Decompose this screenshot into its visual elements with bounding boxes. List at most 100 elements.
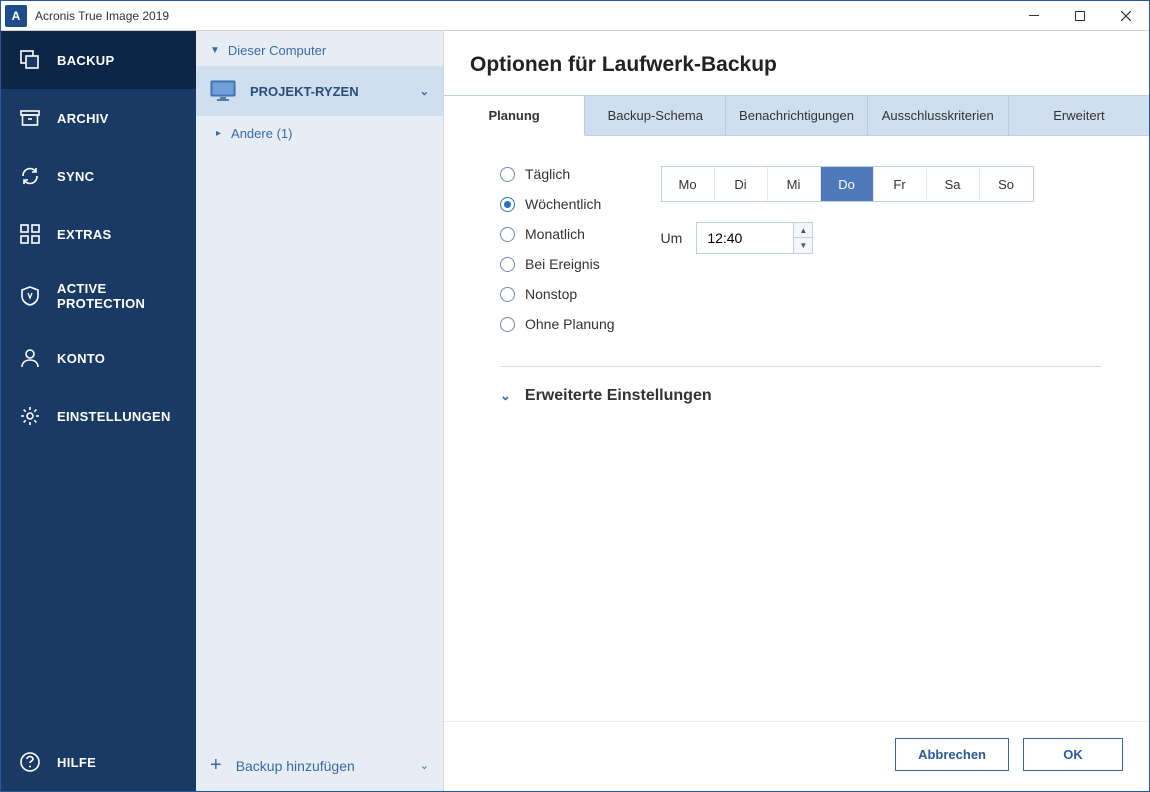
group-this-computer[interactable]: ▼ Dieser Computer (196, 31, 443, 66)
window-controls (1011, 1, 1149, 31)
chevron-down-icon[interactable]: ⌄ (420, 85, 429, 98)
tab-ausschlusskriterien[interactable]: Ausschlusskriterien (868, 96, 1009, 135)
time-step-up[interactable]: ▲ (794, 223, 812, 238)
tab-content: Täglich Wöchentlich Monatlich Bei Ereign… (444, 136, 1149, 721)
gear-icon (19, 405, 41, 427)
radio-label: Bei Ereignis (525, 256, 600, 272)
time-step-down[interactable]: ▼ (794, 238, 812, 253)
chevron-down-icon: ▼ (210, 45, 220, 56)
nav-active-protection[interactable]: ACTIVE PROTECTION (1, 263, 196, 329)
close-button[interactable] (1103, 1, 1149, 31)
ok-button[interactable]: OK (1023, 738, 1123, 771)
nav-label: EXTRAS (57, 227, 112, 242)
main-panel: Optionen für Laufwerk-Backup Planung Bac… (444, 31, 1149, 791)
backup-item-projekt-ryzen[interactable]: PROJEKT-RYZEN ⌄ (196, 66, 443, 116)
nav-settings[interactable]: EINSTELLUNGEN (1, 387, 196, 445)
radio-on-event[interactable]: Bei Ereignis (500, 256, 615, 272)
day-label: Mo (679, 177, 697, 192)
tab-backup-schema[interactable]: Backup-Schema (585, 96, 726, 135)
nav-sync[interactable]: SYNC (1, 147, 196, 205)
nav-label: HILFE (57, 755, 96, 770)
day-so[interactable]: So (980, 167, 1033, 201)
radio-weekly[interactable]: Wöchentlich (500, 196, 615, 212)
nav-account[interactable]: KONTO (1, 329, 196, 387)
chevron-down-icon: ⌄ (500, 388, 511, 404)
radio-daily[interactable]: Täglich (500, 166, 615, 182)
tab-planung[interactable]: Planung (444, 96, 585, 136)
nav-backup[interactable]: BACKUP (1, 31, 196, 89)
day-label: Mi (787, 177, 801, 192)
weekday-selector: Mo Di Mi Do Fr Sa So (661, 166, 1034, 202)
tab-label: Ausschlusskriterien (882, 108, 994, 123)
nav-label: BACKUP (57, 53, 114, 68)
cancel-button[interactable]: Abbrechen (895, 738, 1009, 771)
advanced-settings-toggle[interactable]: ⌄ Erweiterte Einstellungen (500, 387, 1101, 405)
button-label: Abbrechen (918, 747, 986, 762)
group-label: Andere (1) (231, 126, 292, 141)
group-label: Dieser Computer (228, 43, 326, 58)
nav-label: ACTIVE PROTECTION (57, 281, 178, 311)
radio-label: Nonstop (525, 286, 577, 302)
time-input[interactable] (697, 223, 793, 253)
sidebar-nav: BACKUP ARCHIV SYNC EXTRAS (1, 31, 196, 791)
add-backup-button[interactable]: + Backup hinzufügen ⌄ (196, 740, 443, 791)
radio-no-schedule[interactable]: Ohne Planung (500, 316, 615, 332)
day-fr[interactable]: Fr (874, 167, 927, 201)
nav-label: KONTO (57, 351, 105, 366)
chevron-down-icon[interactable]: ⌄ (420, 759, 429, 772)
day-label: Fr (893, 177, 905, 192)
advanced-settings-label: Erweiterte Einstellungen (525, 387, 712, 405)
divider (500, 366, 1101, 367)
help-icon (19, 751, 41, 773)
nav-help[interactable]: HILFE (1, 733, 196, 791)
radio-icon (500, 317, 515, 332)
backup-list-column: ▼ Dieser Computer PROJEKT-RYZEN ⌄ ▸ Ande… (196, 31, 444, 791)
time-spinner: ▲ ▼ (793, 223, 812, 253)
app-icon: A (5, 5, 27, 27)
minimize-icon (1029, 15, 1039, 16)
tab-label: Erweitert (1053, 108, 1104, 123)
day-mi[interactable]: Mi (768, 167, 821, 201)
day-mo[interactable]: Mo (662, 167, 715, 201)
radio-icon (500, 227, 515, 242)
monitor-icon (210, 80, 236, 102)
maximize-button[interactable] (1057, 1, 1103, 31)
day-sa[interactable]: Sa (927, 167, 980, 201)
plus-icon: + (210, 754, 222, 777)
close-icon (1121, 11, 1131, 21)
radio-nonstop[interactable]: Nonstop (500, 286, 615, 302)
options-tabs: Planung Backup-Schema Benachrichtigungen… (444, 95, 1149, 136)
button-label: OK (1063, 747, 1083, 762)
radio-monthly[interactable]: Monatlich (500, 226, 615, 242)
radio-label: Ohne Planung (525, 316, 615, 332)
page-title: Optionen für Laufwerk-Backup (444, 31, 1149, 95)
tab-label: Benachrichtigungen (739, 108, 854, 123)
nav-archive[interactable]: ARCHIV (1, 89, 196, 147)
radio-icon (500, 197, 515, 212)
add-backup-label: Backup hinzufügen (236, 758, 355, 774)
radio-label: Täglich (525, 166, 570, 182)
tab-benachrichtigungen[interactable]: Benachrichtigungen (726, 96, 867, 135)
app-window: A Acronis True Image 2019 BACKUP (0, 0, 1150, 792)
nav-extras[interactable]: EXTRAS (1, 205, 196, 263)
nav-label: SYNC (57, 169, 94, 184)
radio-icon (500, 167, 515, 182)
nav-label: EINSTELLUNGEN (57, 409, 171, 424)
day-di[interactable]: Di (715, 167, 768, 201)
time-at-label: Um (661, 230, 683, 246)
radio-label: Wöchentlich (525, 196, 601, 212)
user-icon (19, 347, 41, 369)
day-do[interactable]: Do (821, 167, 874, 201)
backup-icon (19, 49, 41, 71)
titlebar: A Acronis True Image 2019 (1, 1, 1149, 31)
app-title: Acronis True Image 2019 (35, 9, 1011, 23)
minimize-button[interactable] (1011, 1, 1057, 31)
tab-erweitert[interactable]: Erweitert (1009, 96, 1149, 135)
group-other[interactable]: ▸ Andere (1) (196, 116, 443, 151)
sync-icon (19, 165, 41, 187)
maximize-icon (1075, 11, 1085, 21)
radio-icon (500, 257, 515, 272)
tab-label: Backup-Schema (608, 108, 703, 123)
nav-label: ARCHIV (57, 111, 109, 126)
day-label: So (998, 177, 1014, 192)
